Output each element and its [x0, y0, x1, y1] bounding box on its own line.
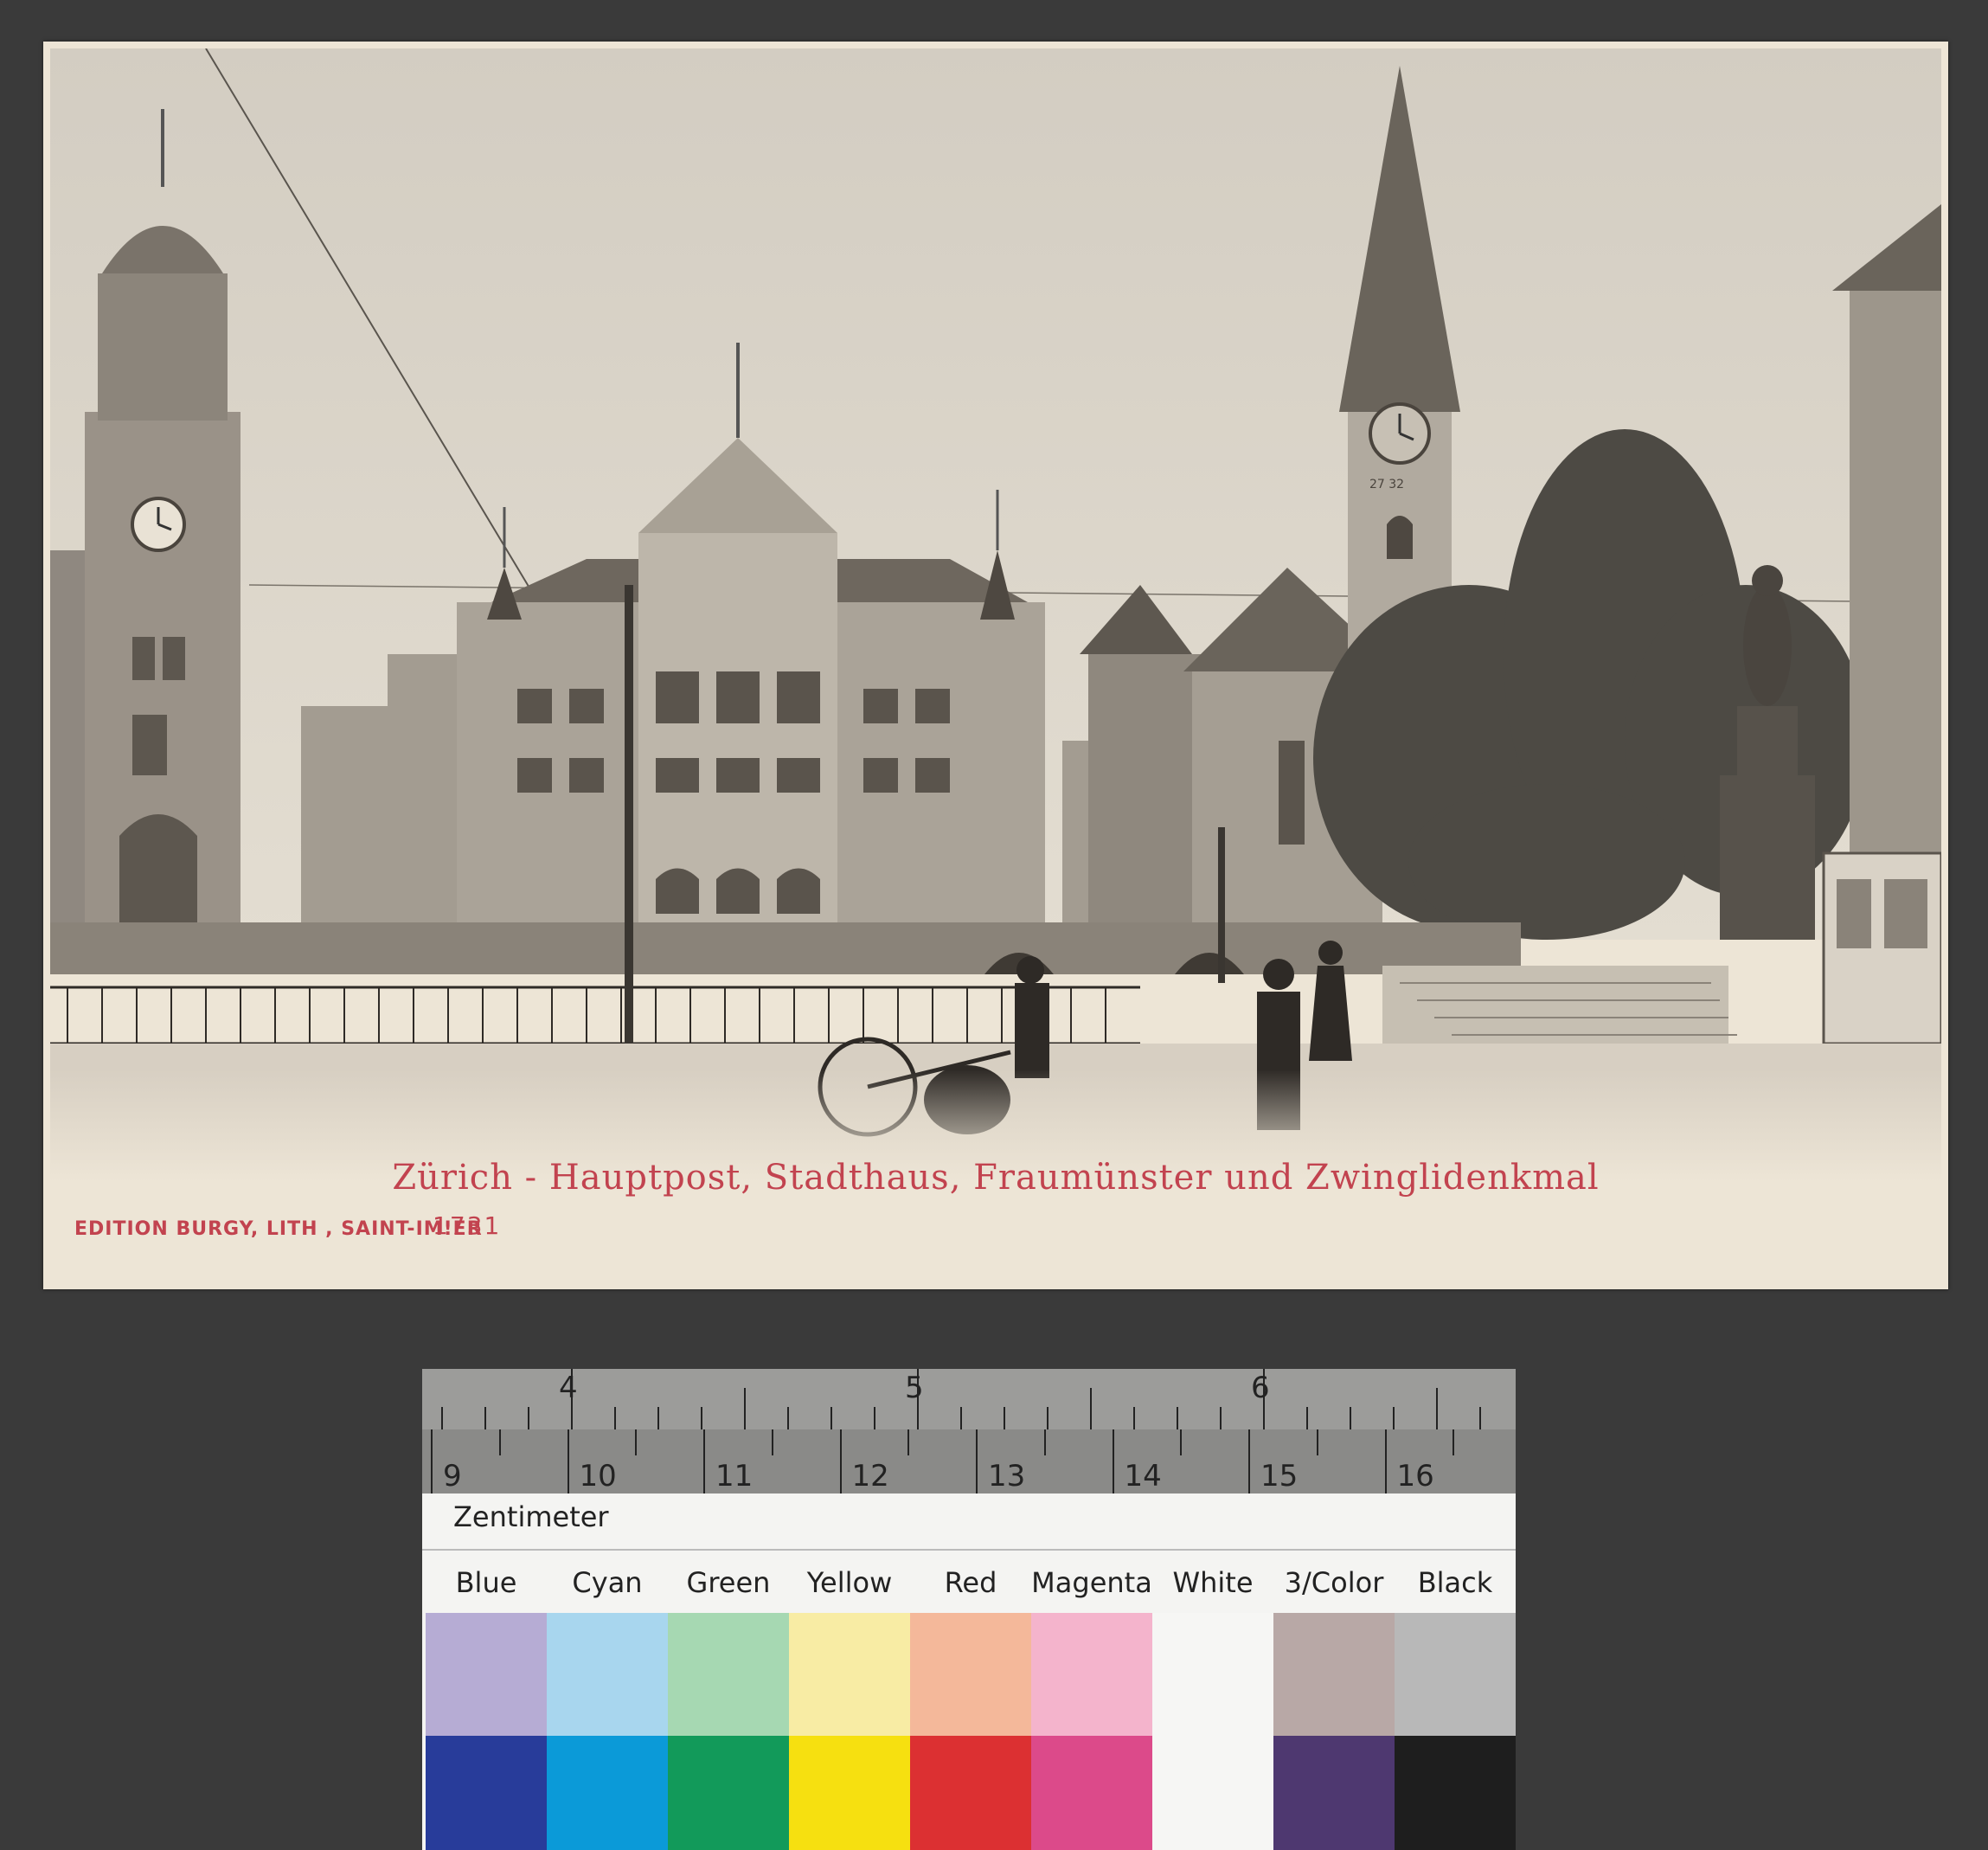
- cm-tick: [498, 1429, 501, 1455]
- inch-tick: [787, 1407, 789, 1429]
- iron-railing: [50, 986, 1140, 1045]
- color-calibration-target: 4 5 6 9 10 11 12 13 14 15 16 Zentimeter Blue Cyan G…: [422, 1369, 1516, 1850]
- cm-tick: [1248, 1429, 1250, 1493]
- railing-bars: [67, 987, 1106, 1044]
- inch-tick: [1047, 1407, 1049, 1429]
- swatch-dark: [1031, 1736, 1152, 1850]
- swatch-label: Black: [1417, 1566, 1493, 1599]
- cm-tick: [976, 1429, 978, 1493]
- inch-tick: [874, 1407, 875, 1429]
- inch-tick: [1393, 1407, 1395, 1429]
- inch-tick: [1004, 1407, 1005, 1429]
- publisher-imprint: EDITION BURGY, LITH , SAINT-IM!ER: [74, 1218, 483, 1240]
- card-number: 1731: [433, 1211, 502, 1240]
- cm-tick: [1453, 1429, 1455, 1455]
- swatch-dark: [789, 1736, 910, 1850]
- cm-tick: [1043, 1429, 1046, 1455]
- swatch-dark: [668, 1736, 789, 1850]
- inch-tick: [528, 1407, 529, 1429]
- inch-tick: [830, 1407, 832, 1429]
- swatch-light: [1152, 1613, 1273, 1736]
- cm-tick: [839, 1429, 842, 1493]
- inch-ruler: 4 5 6: [422, 1369, 1516, 1431]
- swatch-light: [1395, 1613, 1516, 1736]
- cm-tick: [1384, 1429, 1387, 1493]
- inch-tick: [744, 1388, 746, 1429]
- swatch-dark: [1152, 1736, 1273, 1850]
- cm-tick: [703, 1429, 705, 1493]
- postcard-caption: Zürich - Hauptpost, Stadthaus, Fraumünst…: [392, 1158, 1600, 1198]
- swatch-label: Blue: [455, 1566, 517, 1599]
- swatch-label: Red: [944, 1566, 997, 1599]
- inch-tick: [657, 1407, 659, 1429]
- inch-tick: [614, 1407, 616, 1429]
- postcard: 27 32 Zürich - Hauptpost, Stadthaus, Fra…: [43, 42, 1948, 1289]
- cm-label: 16: [1396, 1459, 1434, 1493]
- inch-label: 5: [905, 1371, 924, 1405]
- inch-tick: [701, 1407, 702, 1429]
- cm-tick: [771, 1429, 773, 1455]
- tram-car: [1822, 851, 1941, 1045]
- divider: [422, 1549, 1516, 1551]
- cm-tick: [567, 1429, 569, 1493]
- centimeter-ruler: 9 10 11 12 13 14 15 16: [422, 1429, 1516, 1493]
- cm-label: 11: [715, 1459, 754, 1493]
- swatch-label: Magenta: [1031, 1566, 1152, 1599]
- swatch-dark: [1273, 1736, 1395, 1850]
- inch-tick: [1220, 1407, 1222, 1429]
- swatch-dark: [910, 1736, 1031, 1850]
- sepia-photograph: 27 32: [50, 48, 1941, 1182]
- inch-tick: [1177, 1407, 1178, 1429]
- cm-label: 13: [988, 1459, 1026, 1493]
- cm-tick: [1180, 1429, 1183, 1455]
- inch-tick: [484, 1407, 486, 1429]
- swatch-dark: [426, 1736, 547, 1850]
- swatch-light: [789, 1613, 910, 1736]
- church-clock-numerals: 27 32: [1369, 478, 1404, 491]
- inch-tick: [1479, 1407, 1481, 1429]
- cm-label: 9: [443, 1459, 462, 1493]
- swatch-light: [668, 1613, 789, 1736]
- quay-and-bridge: [50, 922, 1737, 1061]
- inch-tick: [1090, 1388, 1092, 1429]
- swatch-label: White: [1172, 1566, 1254, 1599]
- swatch-label: 3/Color: [1284, 1566, 1384, 1599]
- inch-tick: [1436, 1388, 1438, 1429]
- inch-tick: [1133, 1407, 1135, 1429]
- inch-tick: [441, 1407, 443, 1429]
- swatch-light: [547, 1613, 668, 1736]
- swatch-label: Yellow: [806, 1566, 893, 1599]
- swatch-label: Cyan: [572, 1566, 643, 1599]
- inch-label: 4: [559, 1371, 578, 1405]
- swatch-light: [1031, 1613, 1152, 1736]
- cm-tick: [1316, 1429, 1318, 1455]
- swatch-light: [426, 1613, 547, 1736]
- inch-tick: [1350, 1407, 1351, 1429]
- cm-tick: [907, 1429, 910, 1455]
- street-scene-illustration: 27 32: [50, 48, 1941, 1182]
- swatch-dark: [1395, 1736, 1516, 1850]
- ruler-unit-label: Zentimeter: [453, 1500, 609, 1533]
- inch-tick: [1306, 1407, 1308, 1429]
- swatch-label: Green: [686, 1566, 771, 1599]
- cm-tick: [635, 1429, 638, 1455]
- cm-tick: [431, 1429, 433, 1493]
- swatch-light: [910, 1613, 1031, 1736]
- swatch-dark: [547, 1736, 668, 1850]
- cm-label: 14: [1124, 1459, 1162, 1493]
- swatch-light: [1273, 1613, 1395, 1736]
- cm-tick: [1112, 1429, 1114, 1493]
- cm-label: 12: [851, 1459, 889, 1493]
- inch-tick: [960, 1407, 962, 1429]
- inch-label: 6: [1251, 1371, 1270, 1405]
- cm-label: 10: [579, 1459, 617, 1493]
- swatch-labels: Blue Cyan Green Yellow Red Magenta White 3/Colo…: [422, 1556, 1516, 1608]
- cm-label: 15: [1260, 1459, 1299, 1493]
